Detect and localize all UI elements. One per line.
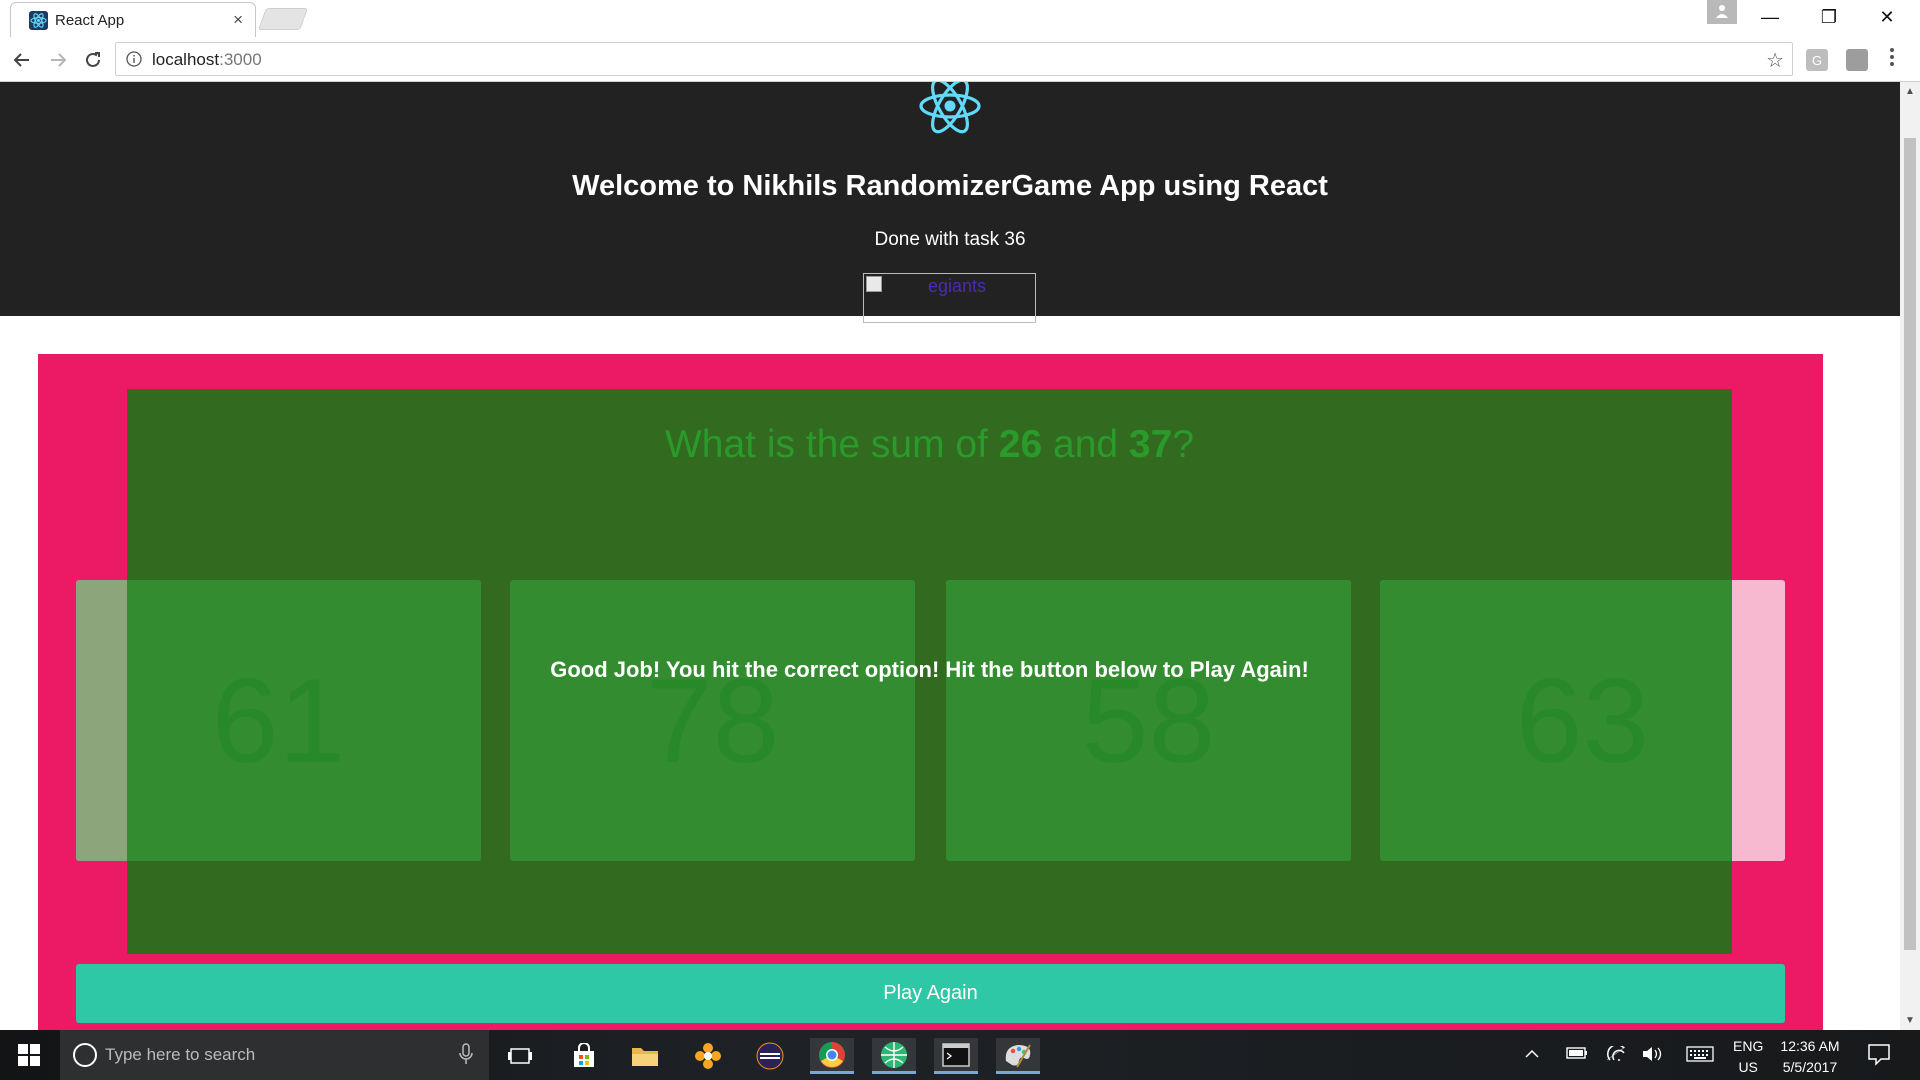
react-logo-icon	[919, 82, 981, 134]
number-b: 37	[1128, 423, 1173, 466]
close-window-button[interactable]: ✕	[1858, 0, 1916, 34]
language-indicator[interactable]: ENG US	[1733, 1036, 1763, 1078]
task-view-icon[interactable]	[498, 1038, 542, 1074]
option-highlight	[946, 580, 1351, 861]
result-overlay: What is the sum of 26 and 37? Good Job! …	[76, 389, 1732, 954]
info-icon	[126, 51, 142, 67]
wifi-icon[interactable]	[1606, 1044, 1626, 1065]
tab-title: React App	[55, 12, 125, 29]
taskbar: Type here to search ENG US 12:36 AM 5/5/…	[0, 1030, 1920, 1080]
file-explorer-icon[interactable]	[623, 1038, 667, 1074]
show-hidden-icons-icon[interactable]	[1524, 1046, 1540, 1062]
react-favicon-icon	[29, 11, 48, 30]
volume-icon[interactable]	[1642, 1046, 1664, 1065]
browser-tab[interactable]: React App ×	[10, 2, 256, 37]
search-placeholder: Type here to search	[105, 1045, 256, 1064]
broken-image: egiants	[863, 273, 1036, 323]
page-title: Welcome to Nikhils RandomizerGame App us…	[572, 170, 1328, 202]
tab-strip: React App × — ❐ ✕	[0, 0, 1920, 37]
minimize-button[interactable]: —	[1741, 0, 1799, 34]
page-subtitle: Done with task 36	[874, 229, 1026, 250]
bookmark-star-icon[interactable]: ☆	[1766, 48, 1784, 73]
back-arrow-icon	[13, 53, 29, 67]
clock-time: 12:36 AM	[1780, 1038, 1840, 1054]
windows-logo-icon	[18, 1044, 40, 1066]
back-button[interactable]	[8, 46, 36, 74]
app-flower-icon[interactable]	[686, 1038, 730, 1074]
question-text: What is the sum of 26 and 37?	[664, 423, 1195, 466]
tab-close-icon[interactable]: ×	[233, 10, 243, 30]
url-text: localhost:3000	[152, 50, 262, 69]
action-center-icon[interactable]	[1867, 1042, 1891, 1071]
image-alt-text: egiants	[928, 276, 987, 296]
broken-image-icon	[866, 276, 882, 292]
option-highlight	[76, 580, 481, 861]
store-icon[interactable]	[562, 1038, 606, 1074]
paint-icon[interactable]	[996, 1038, 1040, 1074]
menu-icon[interactable]	[1890, 48, 1896, 69]
game-panel: 61 78 58 63 What is the sum of 26 and 37…	[38, 354, 1823, 1030]
globe-app-icon[interactable]	[872, 1038, 916, 1074]
taskbar-search[interactable]: Type here to search	[60, 1030, 489, 1080]
number-a: 26	[998, 423, 1043, 466]
scroll-down-icon[interactable]: ▼	[1905, 1015, 1915, 1026]
profile-button[interactable]	[1707, 0, 1737, 24]
restore-button[interactable]: ❐	[1800, 0, 1858, 34]
cortana-icon	[73, 1043, 97, 1067]
forward-arrow-icon	[51, 53, 67, 67]
page-scrollbar[interactable]: ▲ ▼	[1900, 82, 1920, 1030]
terminal-icon[interactable]	[934, 1038, 978, 1074]
extension-g-icon[interactable]: G	[1806, 49, 1828, 71]
forward-button[interactable]	[44, 46, 72, 74]
start-button[interactable]	[18, 1044, 40, 1071]
option-highlight	[510, 580, 915, 861]
scrollbar-thumb[interactable]	[1904, 138, 1916, 950]
play-again-button[interactable]: Play Again	[76, 964, 1785, 1023]
new-tab-button[interactable]	[257, 8, 309, 30]
keyboard-icon[interactable]	[1686, 1046, 1714, 1065]
reload-icon	[86, 52, 100, 67]
chrome-icon[interactable]	[810, 1038, 854, 1074]
battery-icon[interactable]	[1566, 1046, 1588, 1063]
reload-button[interactable]	[79, 46, 107, 74]
extension-icon[interactable]	[1846, 49, 1868, 71]
clock-date: 5/5/2017	[1782, 1059, 1838, 1075]
scroll-up-icon[interactable]: ▲	[1905, 86, 1915, 97]
eclipse-icon[interactable]	[748, 1038, 792, 1074]
system-clock[interactable]: 12:36 AM 5/5/2017	[1773, 1036, 1847, 1078]
app-header: Welcome to Nikhils RandomizerGame App us…	[0, 82, 1900, 323]
address-bar[interactable]: localhost:3000 ☆	[115, 42, 1793, 76]
option-highlight	[1380, 580, 1732, 861]
page-viewport: Welcome to Nikhils RandomizerGame App us…	[0, 82, 1900, 1030]
browser-toolbar: localhost:3000 ☆ G	[0, 37, 1920, 82]
person-icon	[1716, 5, 1728, 18]
microphone-icon[interactable]	[459, 1043, 473, 1065]
result-message: Good Job! You hit the correct option! Hi…	[550, 657, 1309, 682]
